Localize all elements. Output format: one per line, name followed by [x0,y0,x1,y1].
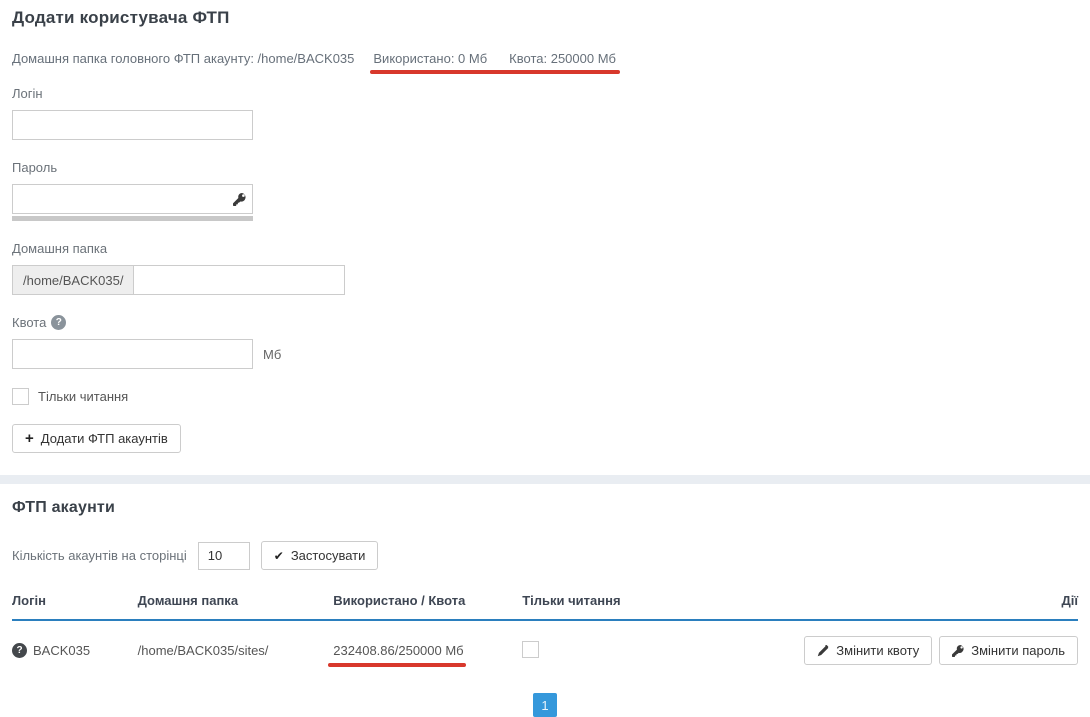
main-account-info-row: Домашня папка головного ФТП акаунту: /ho… [12,51,1078,66]
password-label: Пароль [12,160,1078,175]
pagination: 1 [12,693,1078,717]
quota-help-icon[interactable]: ? [51,315,66,330]
key-icon [952,645,964,657]
login-cell: ? BACK035 [12,643,138,658]
login-field-group: Логін [12,86,1078,140]
accounts-section-title: ФТП акаунти [12,499,1078,517]
quota-field-group: Квота ? Мб [12,315,1078,369]
account-used-quota-wrap: 232408.86/250000 Мб [333,643,463,658]
usage-annotation-group: Використано: 0 Мб Квота: 250000 Мб [373,51,616,66]
change-password-button[interactable]: Змінити пароль [939,636,1078,665]
table-header-row: Логін Домашня папка Використано / Квота … [12,587,1078,620]
quota-label: Квота [12,315,46,330]
readonly-label: Тільки читання [38,389,128,404]
accounts-table: Логін Домашня папка Використано / Квота … [12,587,1078,680]
home-folder-label: Домашня папка [12,241,1078,256]
per-page-controls: Кількість акаунтів на сторінці ✔ Застосу… [12,541,1078,570]
main-account-info: Домашня папка головного ФТП акаунту: /ho… [12,51,354,66]
change-password-button-label: Змінити пароль [971,643,1065,658]
used-info: Використано: 0 Мб [373,51,487,66]
apply-button-label: Застосувати [291,548,366,563]
login-input[interactable] [12,110,253,140]
pagination-page-1-button[interactable]: 1 [533,693,557,717]
account-used-quota: 232408.86/250000 Мб [333,643,463,658]
per-page-label: Кількість акаунтів на сторінці [12,548,187,563]
col-header-home-folder: Домашня папка [138,587,334,620]
home-folder-input[interactable] [133,265,345,295]
col-header-login: Логін [12,587,138,620]
add-ftp-user-panel: Додати користувача ФТП Домашня папка гол… [0,0,1090,475]
quota-unit-label: Мб [263,347,281,362]
quota-info: Квота: 250000 Мб [509,51,616,66]
account-info-question-icon[interactable]: ? [12,643,27,658]
account-home-folder: /home/BACK035/sites/ [138,620,334,680]
quota-input[interactable] [12,339,253,369]
table-row: ? BACK035 /home/BACK035/sites/ 232408.86… [12,620,1078,680]
row-actions: Змінити квоту Змінити пароль [804,636,1078,665]
col-header-used-quota: Використано / Квота [333,587,522,620]
col-header-actions: Дії [804,587,1078,620]
section-divider [0,475,1090,484]
account-login: BACK035 [33,643,90,658]
readonly-checkbox[interactable] [12,388,29,405]
page-title: Додати користувача ФТП [12,8,1078,28]
password-input[interactable] [12,184,253,214]
apply-button[interactable]: ✔ Застосувати [261,541,379,570]
ftp-accounts-panel: ФТП акаунти Кількість акаунтів на сторін… [0,484,1090,717]
col-header-readonly: Тільки читання [522,587,804,620]
change-quota-button-label: Змінити квоту [836,643,919,658]
change-quota-button[interactable]: Змінити квоту [804,636,932,665]
home-folder-prefix: /home/BACK035/ [12,265,133,295]
plus-icon: + [25,431,34,446]
login-label: Логін [12,86,1078,101]
per-page-input[interactable] [198,542,250,570]
row-readonly-checkbox[interactable] [522,641,539,658]
pencil-icon [817,645,829,657]
home-folder-field-group: Домашня папка /home/BACK035/ [12,241,1078,295]
add-ftp-accounts-button[interactable]: + Додати ФТП акаунтів [12,424,181,453]
red-underline-annotation [370,70,620,74]
red-underline-annotation [328,663,465,667]
password-field-group: Пароль [12,160,1078,221]
check-icon: ✔ [274,550,284,562]
password-strength-bar [12,216,253,221]
add-ftp-accounts-button-label: Додати ФТП акаунтів [41,431,168,446]
readonly-option-row: Тільки читання [12,388,1078,405]
generate-password-key-icon[interactable] [232,192,246,206]
